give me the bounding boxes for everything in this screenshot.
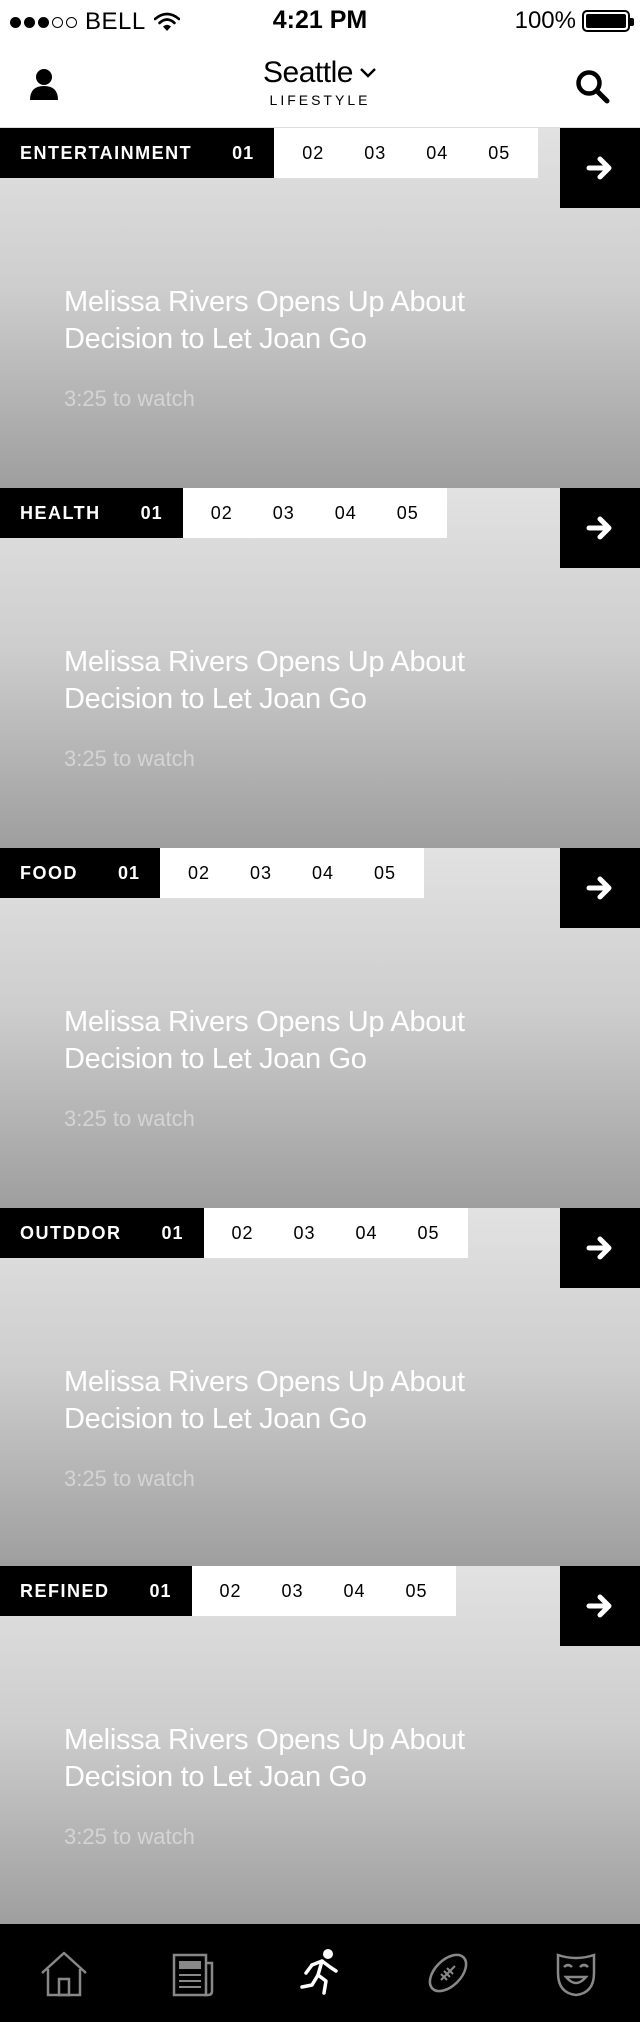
page-4[interactable]: 04 xyxy=(292,863,354,884)
page-active[interactable]: 01 xyxy=(141,503,163,524)
category-label: OUTDDOR xyxy=(20,1222,122,1243)
page-4[interactable]: 04 xyxy=(315,503,377,524)
story-section-refined[interactable]: REFINED 01 02 03 04 05 Melissa Rivers Op… xyxy=(0,1566,640,1926)
category-bar: OUTDDOR 01 02 03 04 05 xyxy=(0,1208,468,1258)
watch-duration: 3:25 to watch xyxy=(64,386,195,411)
page-2[interactable]: 02 xyxy=(212,1223,274,1244)
page-3[interactable]: 03 xyxy=(230,863,292,884)
page-4[interactable]: 04 xyxy=(324,1581,386,1602)
page-5[interactable]: 05 xyxy=(398,1223,460,1244)
arrow-right-icon xyxy=(586,876,612,900)
category-bar: HEALTH 01 02 03 04 05 xyxy=(0,488,447,538)
tab-entertainment[interactable] xyxy=(544,1941,608,2005)
page-5[interactable]: 05 xyxy=(354,863,416,884)
arrow-right-icon xyxy=(586,1236,612,1260)
arrow-right-icon xyxy=(586,1594,612,1618)
category-bar: FOOD 01 02 03 04 05 xyxy=(0,848,425,898)
page-list: 02 03 04 05 xyxy=(191,1566,456,1616)
story-headline[interactable]: Melissa Rivers Opens Up About Decision t… xyxy=(64,644,524,718)
next-button[interactable] xyxy=(560,1566,640,1646)
battery-percentage: 100% xyxy=(514,7,576,34)
location-selector[interactable]: Seattle LIFESTYLE xyxy=(0,56,640,108)
page-4[interactable]: 04 xyxy=(406,143,468,164)
page-list: 02 03 04 05 xyxy=(274,128,539,178)
page-2[interactable]: 02 xyxy=(191,503,253,524)
next-button[interactable] xyxy=(560,1208,640,1288)
search-icon[interactable] xyxy=(574,68,610,104)
page-5[interactable]: 05 xyxy=(468,143,530,164)
chevron-down-icon xyxy=(360,68,376,78)
entertainment-icon xyxy=(556,1953,596,1997)
category-label: ENTERTAINMENT xyxy=(20,142,193,163)
battery-icon xyxy=(582,10,634,32)
page-3[interactable]: 03 xyxy=(262,1581,324,1602)
next-button[interactable] xyxy=(560,488,640,568)
story-headline[interactable]: Melissa Rivers Opens Up About Decision t… xyxy=(64,1364,524,1438)
channel-subtitle: LIFESTYLE xyxy=(269,92,371,108)
category-tab[interactable]: REFINED 01 xyxy=(0,1566,192,1616)
tab-home[interactable] xyxy=(32,1941,96,2005)
status-bar: BELL 4:21 PM 100% xyxy=(0,0,640,40)
tab-activity[interactable] xyxy=(288,1941,352,2005)
news-icon xyxy=(172,1953,214,1997)
next-button[interactable] xyxy=(560,128,640,208)
story-headline[interactable]: Melissa Rivers Opens Up About Decision t… xyxy=(64,1004,524,1078)
tab-sports[interactable] xyxy=(416,1941,480,2005)
next-button[interactable] xyxy=(560,848,640,928)
watch-duration: 3:25 to watch xyxy=(64,746,195,771)
category-bar: REFINED 01 02 03 04 05 xyxy=(0,1566,456,1616)
watch-duration: 3:25 to watch xyxy=(64,1106,195,1131)
story-section-outdoor[interactable]: OUTDDOR 01 02 03 04 05 Melissa Rivers Op… xyxy=(0,1208,640,1568)
page-active[interactable]: 01 xyxy=(232,143,254,164)
watch-duration: 3:25 to watch xyxy=(64,1824,195,1849)
page-list: 02 03 04 05 xyxy=(160,848,425,898)
activity-icon xyxy=(300,1949,338,1995)
page-2[interactable]: 02 xyxy=(200,1581,262,1602)
page-active[interactable]: 01 xyxy=(150,1581,172,1602)
category-label: FOOD xyxy=(20,862,78,883)
watch-duration: 3:25 to watch xyxy=(64,1466,195,1491)
home-icon xyxy=(41,1951,87,1997)
story-section-entertainment[interactable]: ENTERTAINMENT 01 02 03 04 05 Melissa Riv… xyxy=(0,128,640,488)
app-header: Seattle LIFESTYLE xyxy=(0,40,640,128)
story-headline[interactable]: Melissa Rivers Opens Up About Decision t… xyxy=(64,1722,524,1796)
page-active[interactable]: 01 xyxy=(118,863,140,884)
page-2[interactable]: 02 xyxy=(168,863,230,884)
category-label: REFINED xyxy=(20,1580,110,1601)
story-section-food[interactable]: FOOD 01 02 03 04 05 Melissa Rivers Opens… xyxy=(0,848,640,1208)
status-right: 100% xyxy=(514,7,634,35)
tab-news[interactable] xyxy=(160,1941,224,2005)
category-tab[interactable]: OUTDDOR 01 xyxy=(0,1208,204,1258)
page-5[interactable]: 05 xyxy=(386,1581,448,1602)
category-tab[interactable]: FOOD 01 xyxy=(0,848,161,898)
category-tab[interactable]: ENTERTAINMENT 01 xyxy=(0,128,275,178)
story-headline[interactable]: Melissa Rivers Opens Up About Decision t… xyxy=(64,284,524,358)
page-3[interactable]: 03 xyxy=(253,503,315,524)
page-3[interactable]: 03 xyxy=(344,143,406,164)
page-5[interactable]: 05 xyxy=(377,503,439,524)
bottom-tab-bar xyxy=(0,1924,640,2022)
city-name: Seattle xyxy=(263,56,353,89)
sports-icon xyxy=(428,1953,468,1993)
page-3[interactable]: 03 xyxy=(274,1223,336,1244)
page-4[interactable]: 04 xyxy=(336,1223,398,1244)
category-bar: ENTERTAINMENT 01 02 03 04 05 xyxy=(0,128,539,178)
arrow-right-icon xyxy=(586,156,612,180)
arrow-right-icon xyxy=(586,516,612,540)
page-list: 02 03 04 05 xyxy=(182,488,447,538)
story-section-health[interactable]: HEALTH 01 02 03 04 05 Melissa Rivers Ope… xyxy=(0,488,640,848)
page-active[interactable]: 01 xyxy=(162,1223,184,1244)
page-2[interactable]: 02 xyxy=(282,143,344,164)
category-tab[interactable]: HEALTH 01 xyxy=(0,488,183,538)
page-list: 02 03 04 05 xyxy=(203,1208,468,1258)
category-label: HEALTH xyxy=(20,502,101,523)
